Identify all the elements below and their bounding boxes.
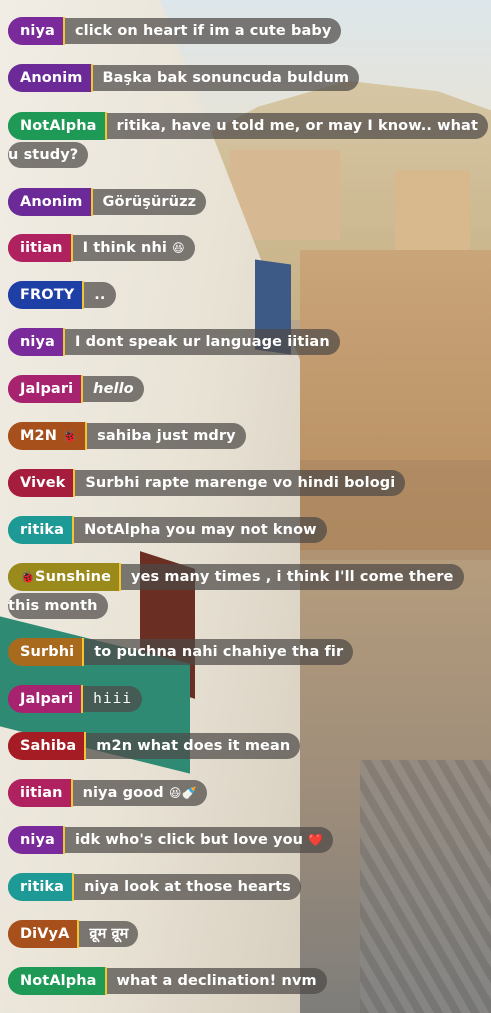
chat-message: iitian niya good 😆🍼: [8, 779, 207, 808]
username-badge[interactable]: niya: [8, 826, 65, 854]
username-badge[interactable]: Surbhi: [8, 638, 85, 666]
username-badge[interactable]: Jalpari: [8, 375, 84, 403]
username: Sunshine: [35, 569, 112, 585]
message-text: niya look at those hearts: [84, 879, 291, 895]
message-bubble: Surbhi to puchna nahi chahiye tha fir: [8, 638, 354, 666]
username-badge[interactable]: NotAlpha: [8, 967, 107, 995]
message-bubble: iitian I think nhi 😆: [8, 234, 195, 262]
username-badge[interactable]: niya: [8, 17, 65, 45]
chat-message: niya idk who's click but love you ❤️: [8, 826, 334, 855]
message-bubble: Anonim Görüşürüzz: [8, 188, 207, 216]
message-bubble: Jalpari hello: [8, 375, 144, 403]
chat-message: Sahiba m2n what does it mean: [8, 732, 301, 761]
message-bubble: Jalpari hiii: [8, 685, 143, 713]
cobblestones: [360, 760, 491, 1013]
chat-message: niya I dont speak ur language iitian: [8, 328, 340, 357]
username-badge[interactable]: Vivek: [8, 469, 76, 497]
username-badge[interactable]: ritika: [8, 516, 75, 544]
chat-message: NotAlpha what a declination! nvm: [8, 967, 327, 996]
username-badge[interactable]: Anonim: [8, 188, 93, 216]
message-text: NotAlpha you may not know: [84, 522, 317, 538]
message-text: व्रूम व्रूम: [89, 926, 129, 942]
chat-message: Jalpari hiii: [8, 685, 143, 714]
message-text: what a declination! nvm: [116, 973, 317, 989]
username-badge[interactable]: Jalpari: [8, 685, 84, 713]
message-text: to puchna nahi chahiye tha fir: [94, 644, 344, 660]
chat-message: Surbhi to puchna nahi chahiye tha fir: [8, 638, 354, 667]
heart-emoji-icon: ❤️: [308, 833, 324, 847]
message-text: I think nhi: [82, 240, 167, 256]
chat-message: ritika niya look at those hearts: [8, 873, 301, 902]
message-bubble: Anonim Başka bak sonuncuda buldum: [8, 64, 360, 92]
message-text: I dont speak ur language iitian: [74, 334, 330, 350]
username: M2N: [20, 428, 57, 444]
chat-message: iitian I think nhi 😆: [8, 234, 195, 263]
chat-message: M2N 🐞 sahiba just mdry: [8, 422, 246, 451]
message-text: niya good: [82, 785, 164, 801]
message-bubble: ritika NotAlpha you may not know: [8, 516, 327, 544]
message-bubble: Sahiba m2n what does it mean: [8, 732, 301, 760]
username-badge[interactable]: NotAlpha: [8, 112, 107, 140]
message-bubble: niya click on heart if im a cute baby: [8, 17, 342, 45]
message-bubble: NotAlpha what a declination! nvm: [8, 967, 327, 995]
username-badge[interactable]: M2N 🐞: [8, 422, 88, 450]
ladybug-badge-icon: 🐞: [20, 570, 36, 584]
username-badge[interactable]: Sahiba: [8, 732, 87, 760]
message-text: Başka bak sonuncuda buldum: [102, 70, 350, 86]
username-badge[interactable]: FROTY: [8, 281, 85, 309]
distant-building: [395, 170, 470, 250]
message-text: m2n what does it mean: [96, 738, 291, 754]
username-badge[interactable]: iitian: [8, 779, 73, 807]
chat-message: Anonim Başka bak sonuncuda buldum: [8, 64, 360, 93]
message-bubble: 🐞Sunshine yes many times , i think I'll c…: [8, 563, 464, 619]
message-bubble: FROTY..: [8, 281, 116, 309]
message-text: Surbhi rapte marenge vo hindi bologi: [85, 475, 396, 491]
message-text: ..: [94, 287, 106, 303]
username-badge[interactable]: DiVyA: [8, 920, 80, 948]
username-badge[interactable]: ritika: [8, 873, 75, 901]
message-text: hiii: [93, 691, 133, 707]
chat-message: FROTY..: [8, 281, 116, 310]
chat-message: DiVyA व्रूम व्रूम: [8, 920, 139, 949]
message-text: hello: [93, 381, 134, 397]
username-badge[interactable]: niya: [8, 328, 65, 356]
message-bubble: iitian niya good 😆🍼: [8, 779, 207, 807]
chat-message: NotAlpha ritika, have u told me, or may I…: [8, 112, 488, 170]
chat-message: Vivek Surbhi rapte marenge vo hindi bolog…: [8, 469, 406, 498]
chat-message: ritika NotAlpha you may not know: [8, 516, 327, 545]
ladybug-badge-icon: 🐞: [62, 429, 78, 443]
chat-message: Jalpari hello: [8, 375, 144, 404]
message-bubble: niya idk who's click but love you ❤️: [8, 826, 334, 854]
chat-message: 🐞Sunshine yes many times , i think I'll c…: [8, 563, 483, 621]
laughing-emoji-icon: 😆: [172, 241, 185, 255]
message-bubble: M2N 🐞 sahiba just mdry: [8, 422, 246, 450]
laughing-baby-bottle-emoji-icon: 😆🍼: [168, 786, 197, 800]
message-bubble: DiVyA व्रूम व्रूम: [8, 920, 139, 948]
username-badge[interactable]: iitian: [8, 234, 73, 262]
message-bubble: ritika niya look at those hearts: [8, 873, 301, 901]
message-bubble: NotAlpha ritika, have u told me, or may I…: [8, 112, 488, 168]
message-text: sahiba just mdry: [97, 428, 236, 444]
username-badge[interactable]: Anonim: [8, 64, 93, 92]
username-badge[interactable]: 🐞Sunshine: [8, 563, 122, 591]
message-text: click on heart if im a cute baby: [74, 23, 332, 39]
message-bubble: Vivek Surbhi rapte marenge vo hindi bolog…: [8, 469, 406, 497]
message-text: idk who's click but love you: [74, 832, 304, 848]
message-text: Görüşürüzz: [102, 194, 197, 210]
chat-message: Anonim Görüşürüzz: [8, 188, 207, 217]
chat-message: niya click on heart if im a cute baby: [8, 17, 342, 46]
message-bubble: niya I dont speak ur language iitian: [8, 328, 340, 356]
